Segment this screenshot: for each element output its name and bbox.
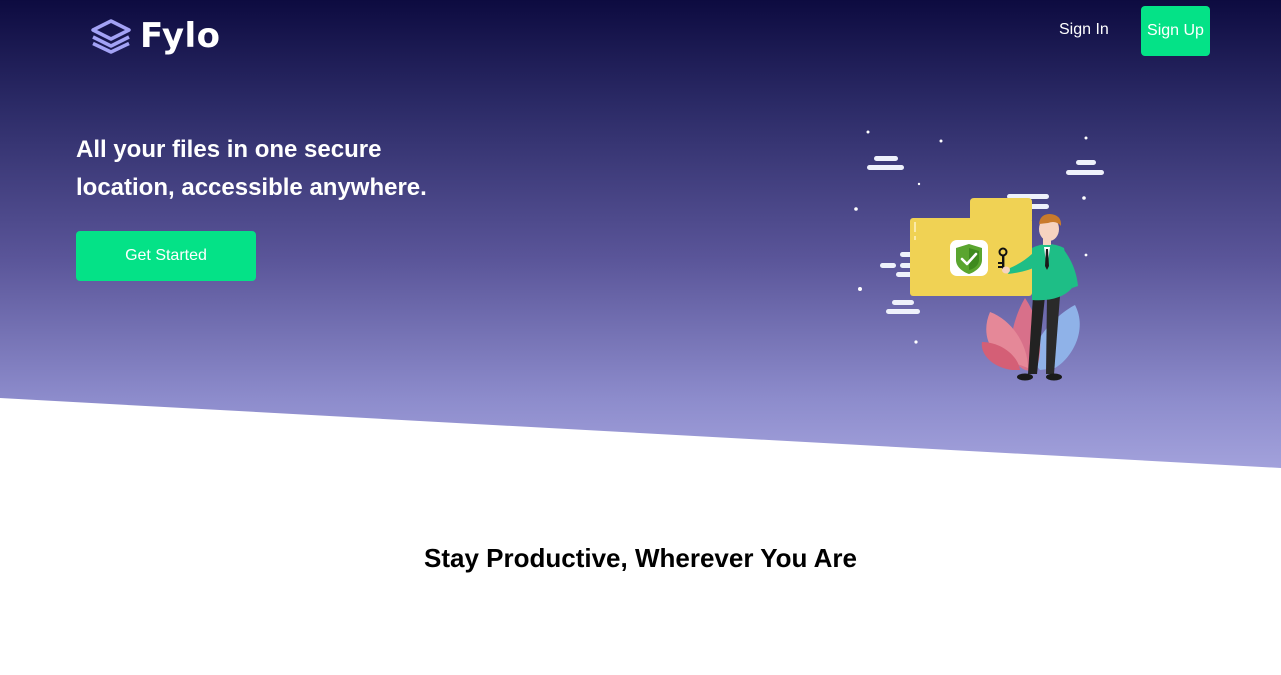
hero-headline: All your files in one secure location, a… [76,136,427,201]
features-title: Stay Productive, Wherever You Are [424,543,857,573]
sign-up-button[interactable]: Sign Up [1141,6,1210,56]
landing-page: Fylo Sign In Sign Up All your files in o… [0,0,1281,675]
person-unlocking-folder-illustration [840,120,1120,390]
brand-logo[interactable]: Fylo [90,16,221,56]
layers-icon [90,18,132,54]
brand-name: Fylo [140,16,221,56]
sign-in-link[interactable]: Sign In [1059,20,1109,40]
get-started-button[interactable]: Get Started [76,231,256,281]
